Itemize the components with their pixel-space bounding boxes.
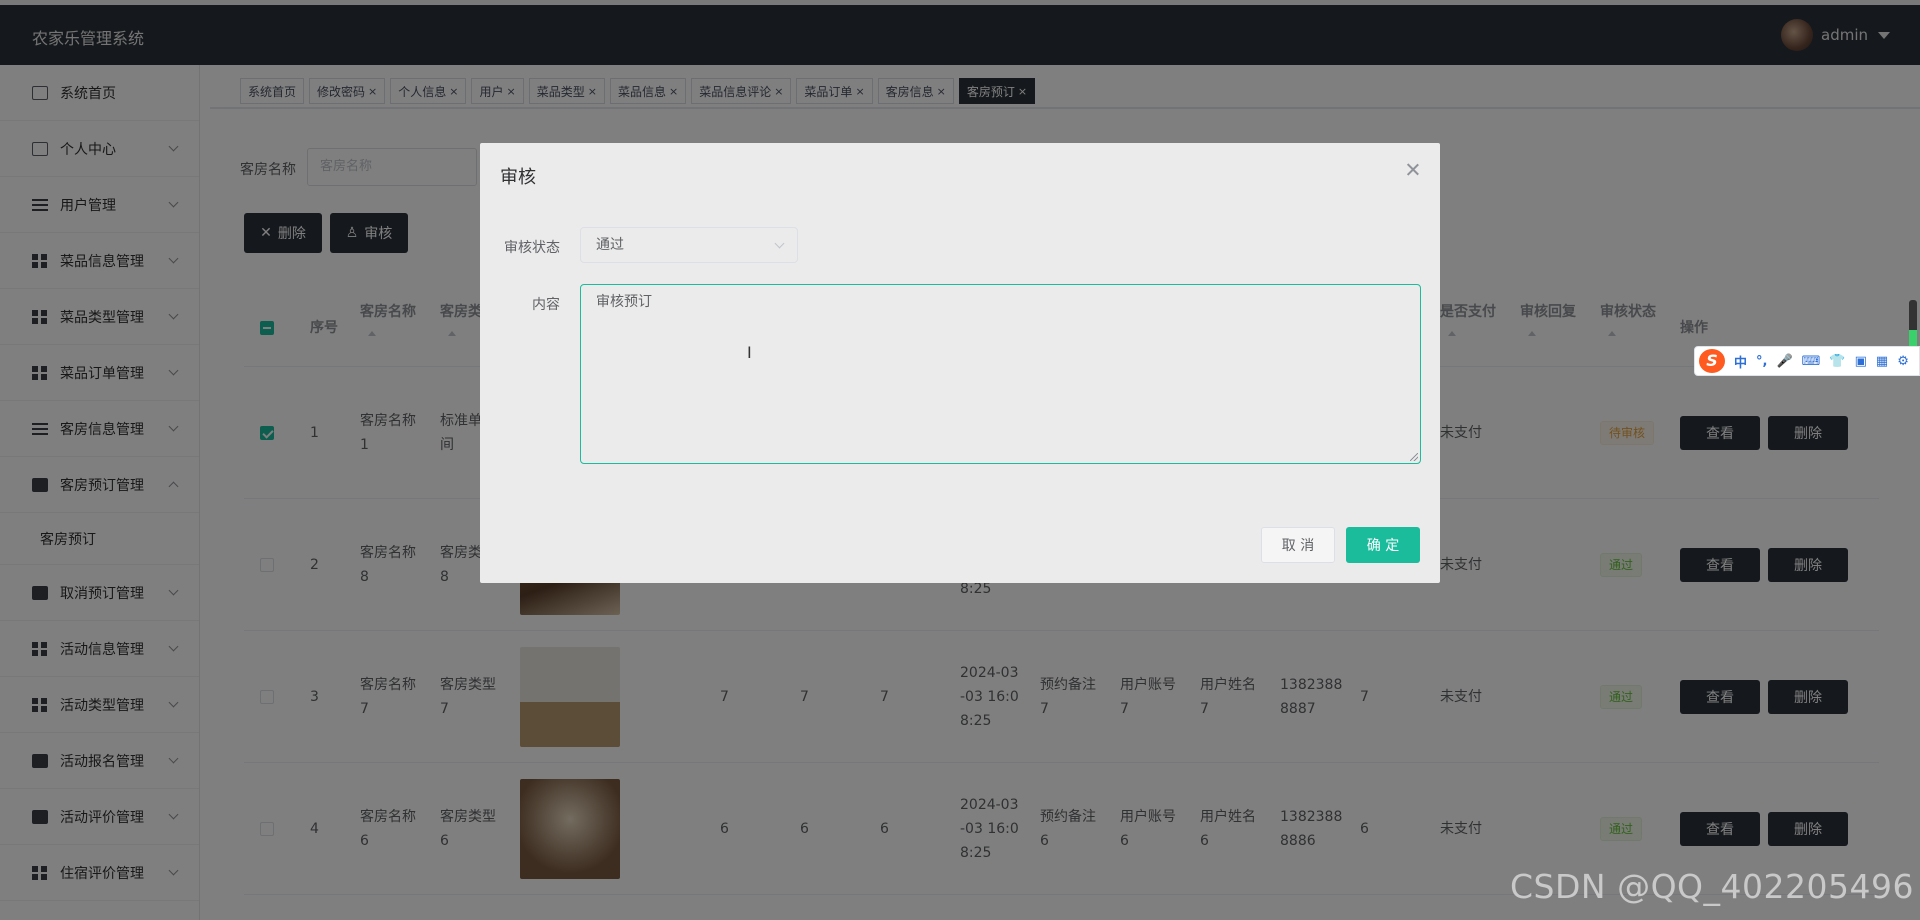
ime-toolbar[interactable]: S 中 °, 🎤 ⌨ 👕 ▣ ▦ ⚙: [1694, 346, 1920, 376]
ime-tool-icon[interactable]: ⚙: [1897, 354, 1909, 369]
audit-dialog: 审核 审核状态 通过 内容 审核预订 I 取 消 确 定: [480, 143, 1440, 583]
chevron-down-icon: [774, 238, 785, 249]
ime-tool-icon[interactable]: 👕: [1829, 354, 1845, 369]
close-icon[interactable]: [1404, 161, 1422, 179]
ime-tool-icon[interactable]: 中: [1734, 352, 1747, 371]
status-select-value: 通过: [596, 237, 624, 253]
scroll-indicator[interactable]: [1909, 300, 1917, 350]
cancel-button[interactable]: 取 消: [1261, 527, 1335, 563]
resize-handle-icon[interactable]: [1410, 453, 1418, 461]
ime-tool-icon[interactable]: °,: [1756, 354, 1767, 369]
status-label: 审核状态: [504, 240, 560, 256]
ime-tool-icon[interactable]: ▣: [1855, 354, 1867, 369]
ime-tool-icon[interactable]: ▦: [1876, 354, 1888, 369]
text-cursor-icon: I: [747, 343, 752, 362]
ime-logo-icon[interactable]: S: [1699, 349, 1725, 373]
confirm-button[interactable]: 确 定: [1346, 527, 1420, 563]
content-textarea[interactable]: 审核预订: [580, 284, 1421, 464]
ime-tool-icon[interactable]: 🎤: [1776, 354, 1792, 369]
content-text: 审核预订: [596, 294, 652, 310]
content-label: 内容: [532, 297, 560, 313]
dialog-title: 审核: [500, 167, 536, 188]
watermark: CSDN @QQ_402205496: [1510, 867, 1914, 906]
status-select[interactable]: 通过: [580, 227, 798, 263]
ime-tool-icon[interactable]: ⌨: [1802, 354, 1821, 369]
